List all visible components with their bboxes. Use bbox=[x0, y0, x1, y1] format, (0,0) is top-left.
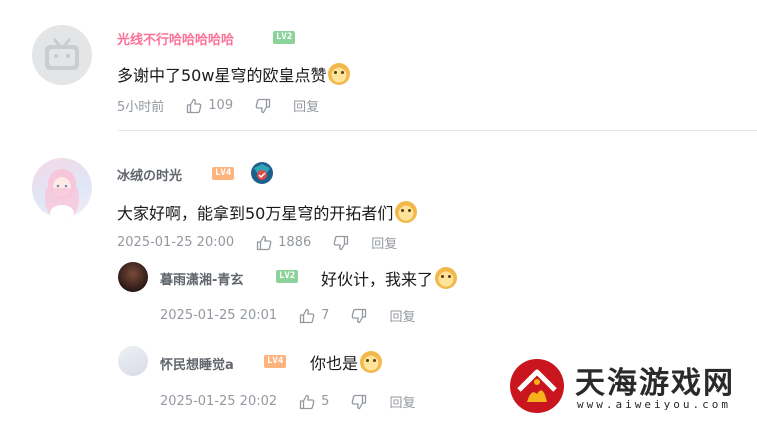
thumbs-down-icon bbox=[333, 235, 349, 250]
watermark: 天海游戏网 www.aiweiyou.com bbox=[503, 352, 757, 421]
avatar[interactable] bbox=[118, 346, 148, 376]
watermark-logo-icon bbox=[510, 359, 564, 413]
comment-meta: 2025-01-25 20:00 1886 回复 bbox=[117, 233, 397, 252]
tv-avatar-icon bbox=[45, 38, 79, 70]
like-button[interactable]: 7 bbox=[299, 308, 329, 324]
watermark-title: 天海游戏网 bbox=[575, 366, 735, 401]
badge-icon bbox=[251, 162, 273, 184]
comment-text: 大家好啊，能拿到50万星穹的开拓者们 bbox=[117, 200, 418, 224]
emoji-icon bbox=[395, 201, 418, 223]
like-count: 7 bbox=[321, 308, 330, 323]
avatar[interactable] bbox=[32, 25, 92, 85]
thumbs-down-icon bbox=[352, 308, 367, 323]
reply-button[interactable]: 回复 bbox=[293, 96, 319, 115]
level-badge: LV2 bbox=[273, 31, 296, 44]
like-count: 109 bbox=[208, 98, 234, 113]
timestamp: 2025-01-25 20:00 bbox=[117, 235, 235, 250]
reply-button[interactable]: 回复 bbox=[371, 233, 397, 252]
level-badge: LV2 bbox=[276, 270, 299, 283]
reply-text: 你也是 bbox=[310, 350, 383, 374]
comment-meta: 5小时前 109 回复 bbox=[117, 96, 319, 115]
emoji-icon bbox=[328, 63, 351, 85]
timestamp: 2025-01-25 20:02 bbox=[160, 394, 278, 409]
username[interactable]: 光线不行哈哈哈哈哈 bbox=[117, 29, 234, 48]
level-badge: LV4 bbox=[212, 167, 235, 180]
anime-avatar-icon bbox=[44, 169, 80, 218]
thumbs-up-icon bbox=[300, 308, 315, 323]
like-button[interactable]: 1886 bbox=[256, 235, 311, 251]
level-badge: LV4 bbox=[264, 355, 287, 368]
reply-meta: 2025-01-25 20:02 5 回复 bbox=[160, 392, 415, 411]
username[interactable]: 暮雨潇湘-青玄 bbox=[160, 269, 243, 288]
watermark-url: www.aiweiyou.com bbox=[577, 398, 731, 411]
dislike-button[interactable] bbox=[255, 98, 271, 114]
thumbs-up-icon bbox=[300, 394, 315, 409]
emoji-icon bbox=[360, 351, 383, 373]
timestamp: 5小时前 bbox=[117, 100, 165, 115]
like-count: 5 bbox=[321, 394, 330, 409]
comment-text: 多谢中了50w星穹的欧皇点赞 bbox=[117, 62, 351, 86]
avatar[interactable] bbox=[118, 262, 148, 292]
dislike-button[interactable] bbox=[351, 394, 367, 410]
like-button[interactable]: 5 bbox=[299, 394, 329, 410]
username[interactable]: 冰绒の时光 bbox=[117, 165, 182, 184]
divider bbox=[118, 130, 757, 131]
thumbs-up-icon bbox=[187, 98, 202, 113]
reply-button[interactable]: 回复 bbox=[389, 392, 415, 411]
thumbs-up-icon bbox=[257, 235, 272, 250]
reply-button[interactable]: 回复 bbox=[389, 306, 415, 325]
timestamp: 2025-01-25 20:01 bbox=[160, 308, 278, 323]
like-button[interactable]: 109 bbox=[186, 98, 233, 114]
avatar[interactable] bbox=[32, 158, 92, 218]
emoji-icon bbox=[435, 267, 458, 289]
like-count: 1886 bbox=[278, 235, 312, 250]
thumbs-down-icon bbox=[352, 394, 367, 409]
reply-text: 好伙计，我来了 bbox=[321, 266, 458, 290]
dislike-button[interactable] bbox=[333, 235, 349, 251]
thumbs-down-icon bbox=[255, 98, 271, 113]
reply-meta: 2025-01-25 20:01 7 回复 bbox=[160, 306, 415, 325]
dislike-button[interactable] bbox=[351, 308, 367, 324]
username[interactable]: 怀民想睡觉a bbox=[160, 354, 234, 373]
